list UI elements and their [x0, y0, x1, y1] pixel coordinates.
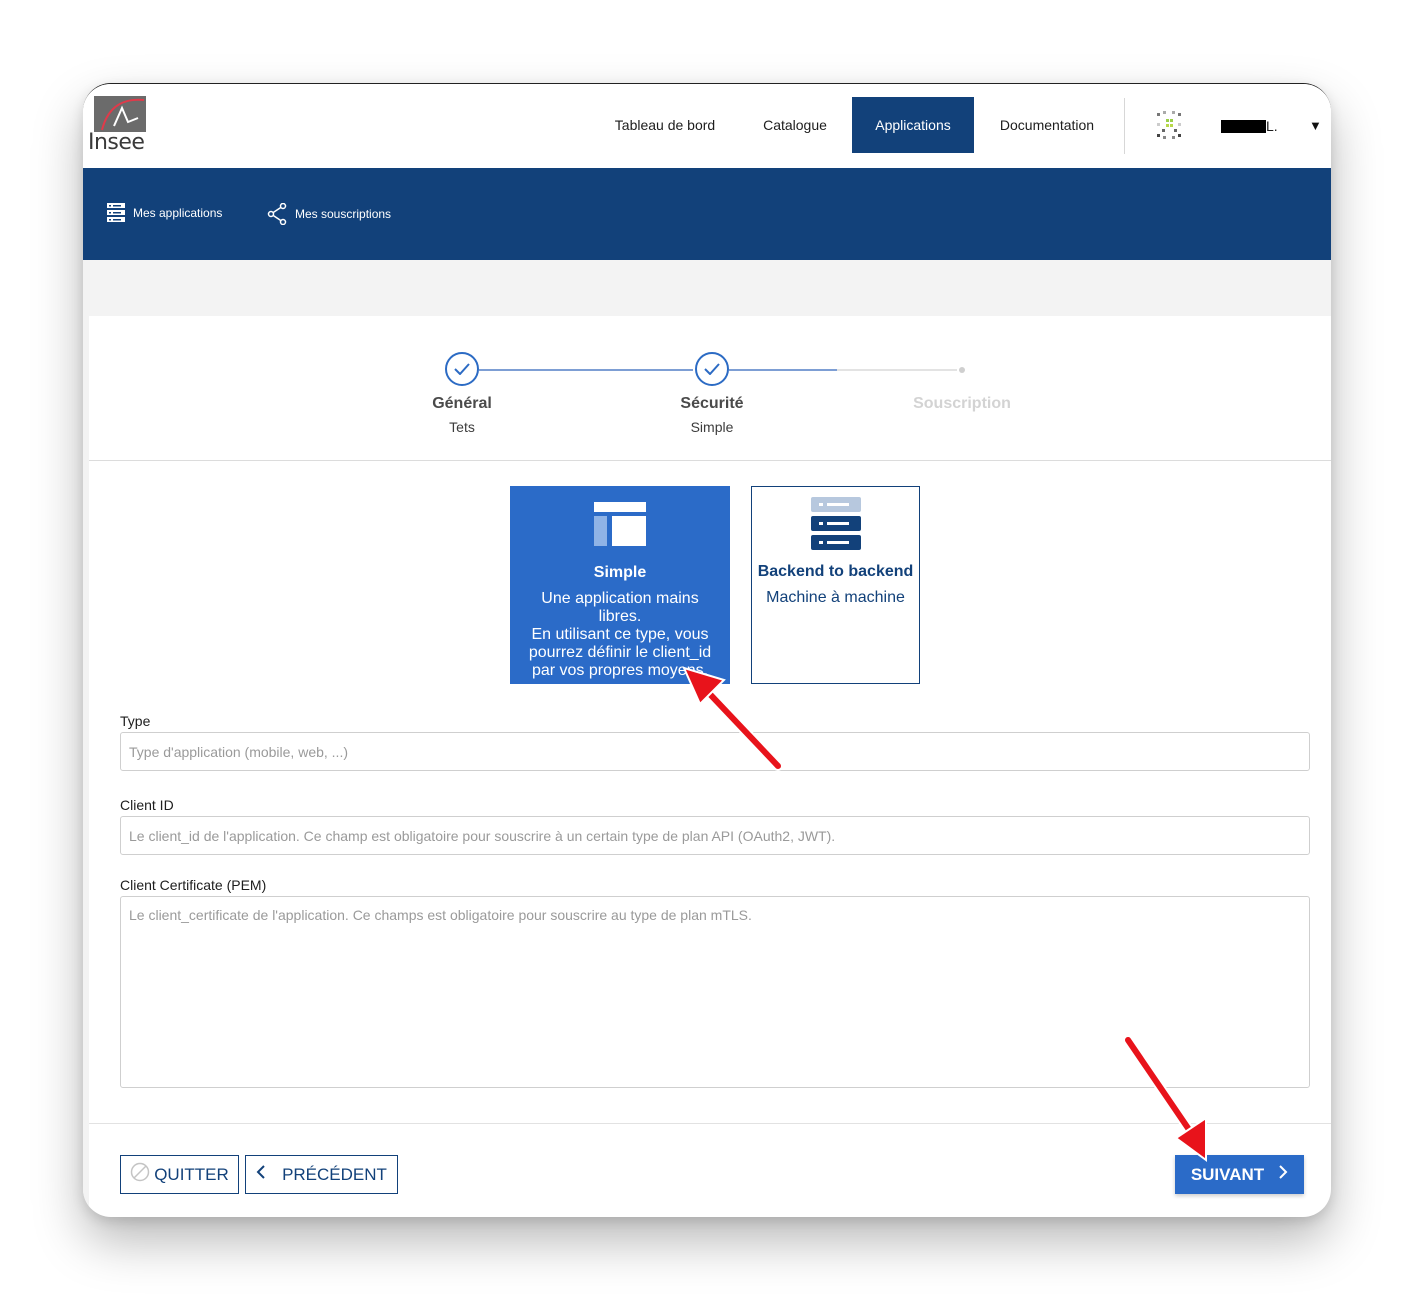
top-header: Insee Tableau de bord Catalogue Applicat… — [83, 84, 1331, 168]
username: L. — [1266, 118, 1278, 134]
step-title-general: Général — [432, 395, 492, 412]
card-description-line: pourrez définir le client_id — [528, 644, 712, 661]
caret-down-icon[interactable]: ▼ — [1309, 119, 1325, 133]
card-description: Machine à machine — [766, 589, 905, 606]
type-label: Type — [120, 713, 151, 729]
server-icon — [810, 497, 861, 551]
card-description-line: En utilisant ce type, vous — [531, 626, 709, 643]
subnav-mes-souscriptions[interactable]: Mes souscriptions — [267, 203, 391, 225]
step-connector — [837, 369, 957, 371]
client-certificate-textarea[interactable] — [120, 896, 1310, 1088]
previous-label: PRÉCÉDENT — [282, 1164, 387, 1184]
footer-divider — [89, 1123, 1331, 1124]
sub-navigation: Mes applications Mes souscriptions — [83, 168, 1331, 260]
subnav-label: Mes applications — [133, 206, 223, 220]
quit-label: QUITTER — [154, 1164, 229, 1184]
nav-tableau-de-bord[interactable]: Tableau de bord — [598, 97, 732, 153]
card-description: Une application mains libres. En utilisa… — [510, 590, 730, 680]
next-label: SUIVANT — [1190, 1164, 1265, 1184]
security-card-simple[interactable]: Simple Une application mains libres. En … — [510, 486, 730, 684]
step-title-securite: Sécurité — [680, 395, 744, 412]
logo-mark — [94, 96, 146, 132]
client-certificate-label: Client Certificate (PEM) — [120, 877, 267, 893]
insee-logo[interactable]: Insee — [88, 96, 148, 156]
app-window: Insee Tableau de bord Catalogue Applicat… — [83, 83, 1331, 1217]
card-title: Backend to backend — [757, 563, 914, 580]
card-description-line: Une application mains — [541, 590, 699, 607]
step-check-icon[interactable] — [445, 352, 479, 386]
next-button[interactable]: SUIVANT — [1175, 1155, 1304, 1194]
subnav-mes-applications[interactable]: Mes applications — [107, 203, 222, 223]
step-connector — [729, 369, 837, 371]
card-description-line: par vos propres moyens. — [531, 662, 709, 679]
client-id-input[interactable] — [120, 816, 1310, 855]
nav-divider — [1124, 98, 1125, 154]
nav-documentation[interactable]: Documentation — [979, 97, 1115, 153]
subnav-label: Mes souscriptions — [295, 207, 392, 221]
step-pending-dot — [959, 367, 965, 373]
card-description-line: libres. — [598, 608, 642, 625]
card-title: Simple — [593, 564, 647, 581]
avatar[interactable] — [1153, 109, 1185, 141]
forbidden-icon — [130, 1162, 150, 1187]
share-icon — [267, 203, 287, 225]
stepper: Général Tets Sécurité Simple Souscriptio… — [89, 316, 1331, 461]
step-subtitle-securite: Simple — [690, 419, 734, 435]
step-title-souscription: Souscription — [913, 395, 1011, 412]
type-input[interactable] — [120, 732, 1310, 771]
previous-button[interactable]: PRÉCÉDENT — [245, 1155, 398, 1194]
step-check-icon[interactable] — [695, 352, 729, 386]
chevron-left-icon — [256, 1164, 266, 1185]
step-connector — [479, 369, 693, 371]
chevron-right-icon — [1278, 1164, 1288, 1185]
quit-button[interactable]: QUITTER — [120, 1155, 239, 1194]
server-list-icon — [107, 203, 125, 223]
step-subtitle-general: Tets — [449, 419, 475, 435]
username-redacted — [1221, 120, 1266, 133]
nav-catalogue[interactable]: Catalogue — [743, 97, 847, 153]
layout-icon — [594, 502, 646, 546]
logo-text: Insee — [88, 130, 145, 155]
client-id-label: Client ID — [120, 797, 174, 813]
security-card-backend[interactable]: Backend to backend Machine à machine — [751, 486, 920, 684]
gray-band — [83, 260, 1331, 316]
nav-applications[interactable]: Applications — [852, 97, 974, 153]
